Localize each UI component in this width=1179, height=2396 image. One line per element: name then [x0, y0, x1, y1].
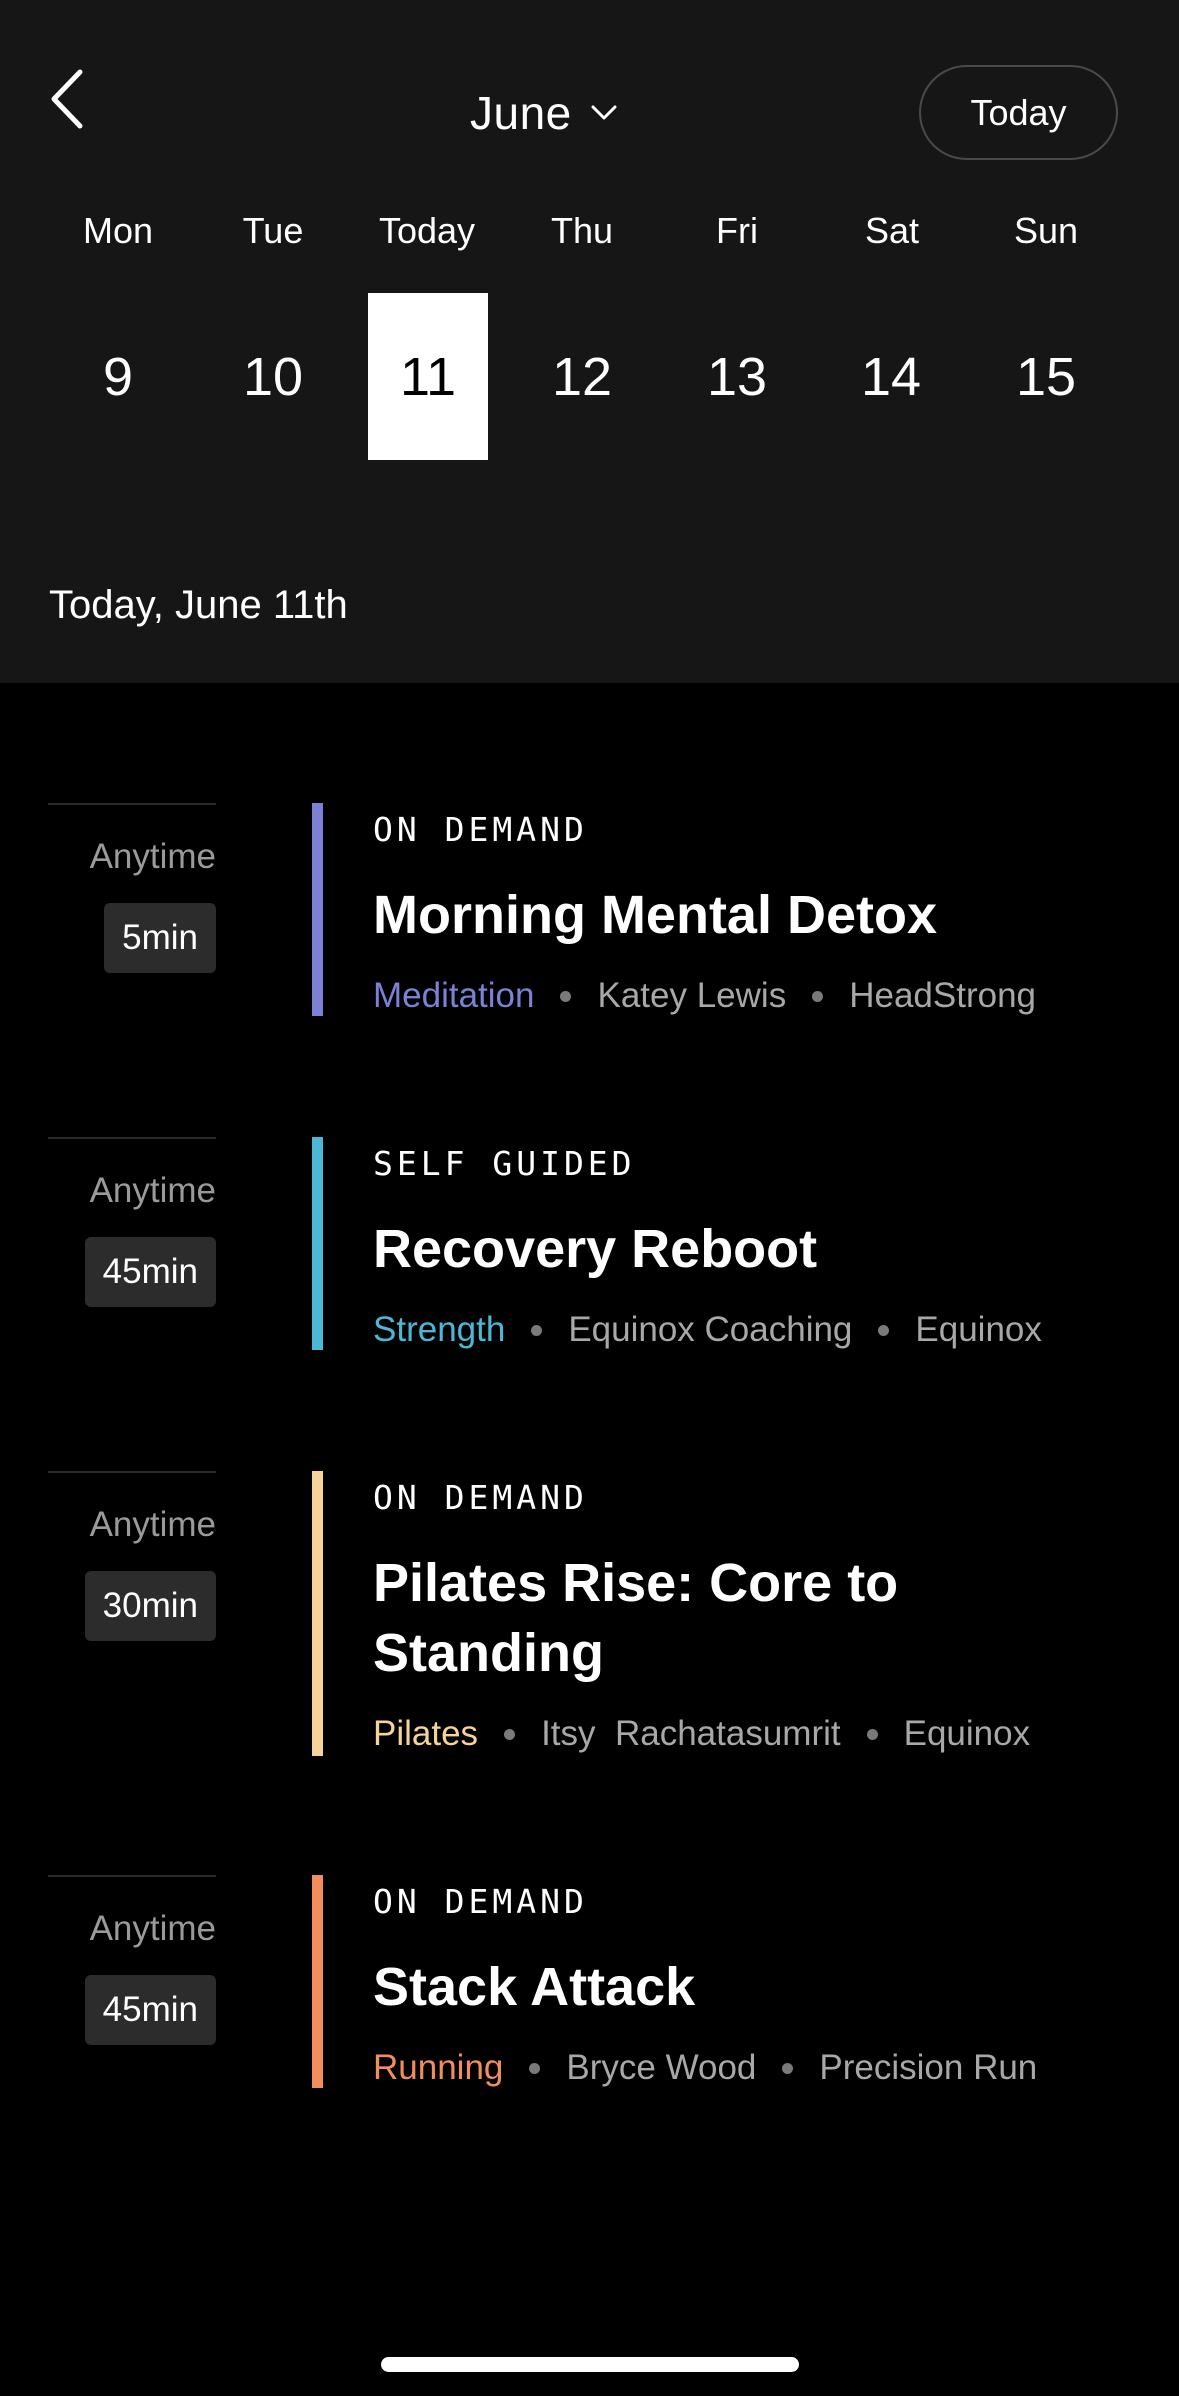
time-label: Anytime: [89, 1909, 216, 1948]
weekday-label: Sat: [864, 210, 920, 251]
separator-dot: [529, 2062, 541, 2074]
separator-dot: [866, 1728, 878, 1740]
separator-dot: [560, 990, 572, 1002]
separator-dot: [531, 1324, 543, 1336]
time-column: Anytime 30min: [48, 1471, 216, 1641]
schedule-screen: June Today Mon Tue Today Thu Fri Sat Sun…: [0, 0, 1179, 2396]
date-row: 9 10 11 12 13 14 15: [40, 293, 1140, 460]
weekday-label: Thu: [550, 210, 614, 251]
item-title: Morning Mental Detox: [373, 885, 937, 945]
item-type: SELF GUIDED: [373, 1144, 636, 1183]
item-type: ON DEMAND: [373, 1478, 588, 1517]
schedule-item[interactable]: Anytime 5min ON DEMAND Morning Mental De…: [0, 803, 1179, 1018]
schedule-item[interactable]: Anytime 30min ON DEMAND Pilates Rise: Co…: [0, 1471, 1179, 1756]
weekday-label: Mon: [82, 210, 154, 251]
duration-badge: 5min: [104, 903, 216, 973]
weekday-label: Sun: [1013, 210, 1079, 251]
date-cell[interactable]: 15: [986, 293, 1106, 460]
item-type: ON DEMAND: [373, 810, 588, 849]
date-cell[interactable]: 9: [58, 293, 178, 460]
item-title: Pilates Rise: Core to Standing: [373, 1553, 899, 1683]
weekday-label: Today: [378, 210, 476, 251]
date-cell-selected[interactable]: 11: [368, 293, 488, 460]
separator-dot: [812, 990, 824, 1002]
item-type: ON DEMAND: [373, 1882, 588, 1921]
today-button[interactable]: Today: [919, 65, 1118, 160]
date-cell[interactable]: 14: [831, 293, 951, 460]
time-column: Anytime 45min: [48, 1875, 216, 2045]
time-label: Anytime: [89, 1505, 216, 1544]
chevron-left-icon: [51, 69, 83, 129]
weekday-label: Fri: [716, 210, 758, 251]
category-label: Pilates: [373, 1714, 479, 1753]
time-column: Anytime 45min: [48, 1137, 216, 1307]
date-cell[interactable]: 12: [522, 293, 642, 460]
calendar-header: June Today Mon Tue Today Thu Fri Sat Sun…: [0, 0, 1179, 683]
item-title: Stack Attack: [373, 1957, 696, 2017]
instructor-label: Itsy Rachatasumrit: [541, 1714, 841, 1753]
date-cell[interactable]: 13: [677, 293, 797, 460]
separator-dot: [782, 2062, 794, 2074]
duration-badge: 30min: [84, 1571, 216, 1641]
brand-label: Precision Run: [819, 2048, 1038, 2087]
chevron-down-icon: [591, 105, 617, 120]
category-accent-bar: [312, 803, 323, 1016]
item-title: Recovery Reboot: [373, 1219, 818, 1279]
category-accent-bar: [312, 1875, 323, 2088]
weekday-row: Mon Tue Today Thu Fri Sat Sun: [40, 210, 1140, 270]
separator-dot: [504, 1728, 516, 1740]
category-label: Meditation: [373, 976, 535, 1015]
category-label: Strength: [373, 1310, 506, 1349]
category-label: Running: [373, 2048, 504, 2087]
brand-label: Equinox: [903, 1714, 1031, 1753]
brand-label: Equinox: [915, 1310, 1042, 1349]
time-column: Anytime 5min: [48, 803, 216, 973]
item-content: SELF GUIDED Recovery Reboot Strength Equ…: [373, 1137, 1153, 1350]
duration-badge: 45min: [84, 1237, 216, 1307]
date-cell[interactable]: 10: [213, 293, 333, 460]
item-meta: Meditation Katey Lewis HeadStrong: [373, 976, 1153, 1016]
item-meta: Strength Equinox Coaching Equinox: [373, 1310, 1153, 1350]
brand-label: HeadStrong: [849, 976, 1036, 1015]
time-label: Anytime: [89, 837, 216, 876]
item-meta: Running Bryce Wood Precision Run: [373, 2048, 1153, 2088]
schedule-item[interactable]: Anytime 45min SELF GUIDED Recovery Reboo…: [0, 1137, 1179, 1352]
duration-badge: 45min: [84, 1975, 216, 2045]
category-accent-bar: [312, 1471, 323, 1756]
instructor-label: Bryce Wood: [566, 2048, 757, 2087]
weekday-label: Tue: [242, 210, 304, 251]
month-label: June: [470, 87, 572, 139]
item-content: ON DEMAND Stack Attack Running Bryce Woo…: [373, 1875, 1153, 2088]
category-accent-bar: [312, 1137, 323, 1350]
date-heading: Today, June 11th: [49, 583, 348, 627]
instructor-label: Equinox Coaching: [568, 1310, 853, 1349]
item-meta: Pilates Itsy Rachatasumrit Equinox: [373, 1714, 1153, 1754]
item-content: ON DEMAND Pilates Rise: Core to Standing…: [373, 1471, 1153, 1754]
item-content: ON DEMAND Morning Mental Detox Meditatio…: [373, 803, 1153, 1016]
schedule-item[interactable]: Anytime 45min ON DEMAND Stack Attack Run…: [0, 1875, 1179, 2090]
month-selector[interactable]: June: [470, 78, 618, 148]
instructor-label: Katey Lewis: [597, 976, 787, 1015]
time-label: Anytime: [89, 1171, 216, 1210]
separator-dot: [878, 1324, 890, 1336]
back-button[interactable]: [48, 64, 108, 144]
home-indicator[interactable]: [381, 2357, 799, 2372]
